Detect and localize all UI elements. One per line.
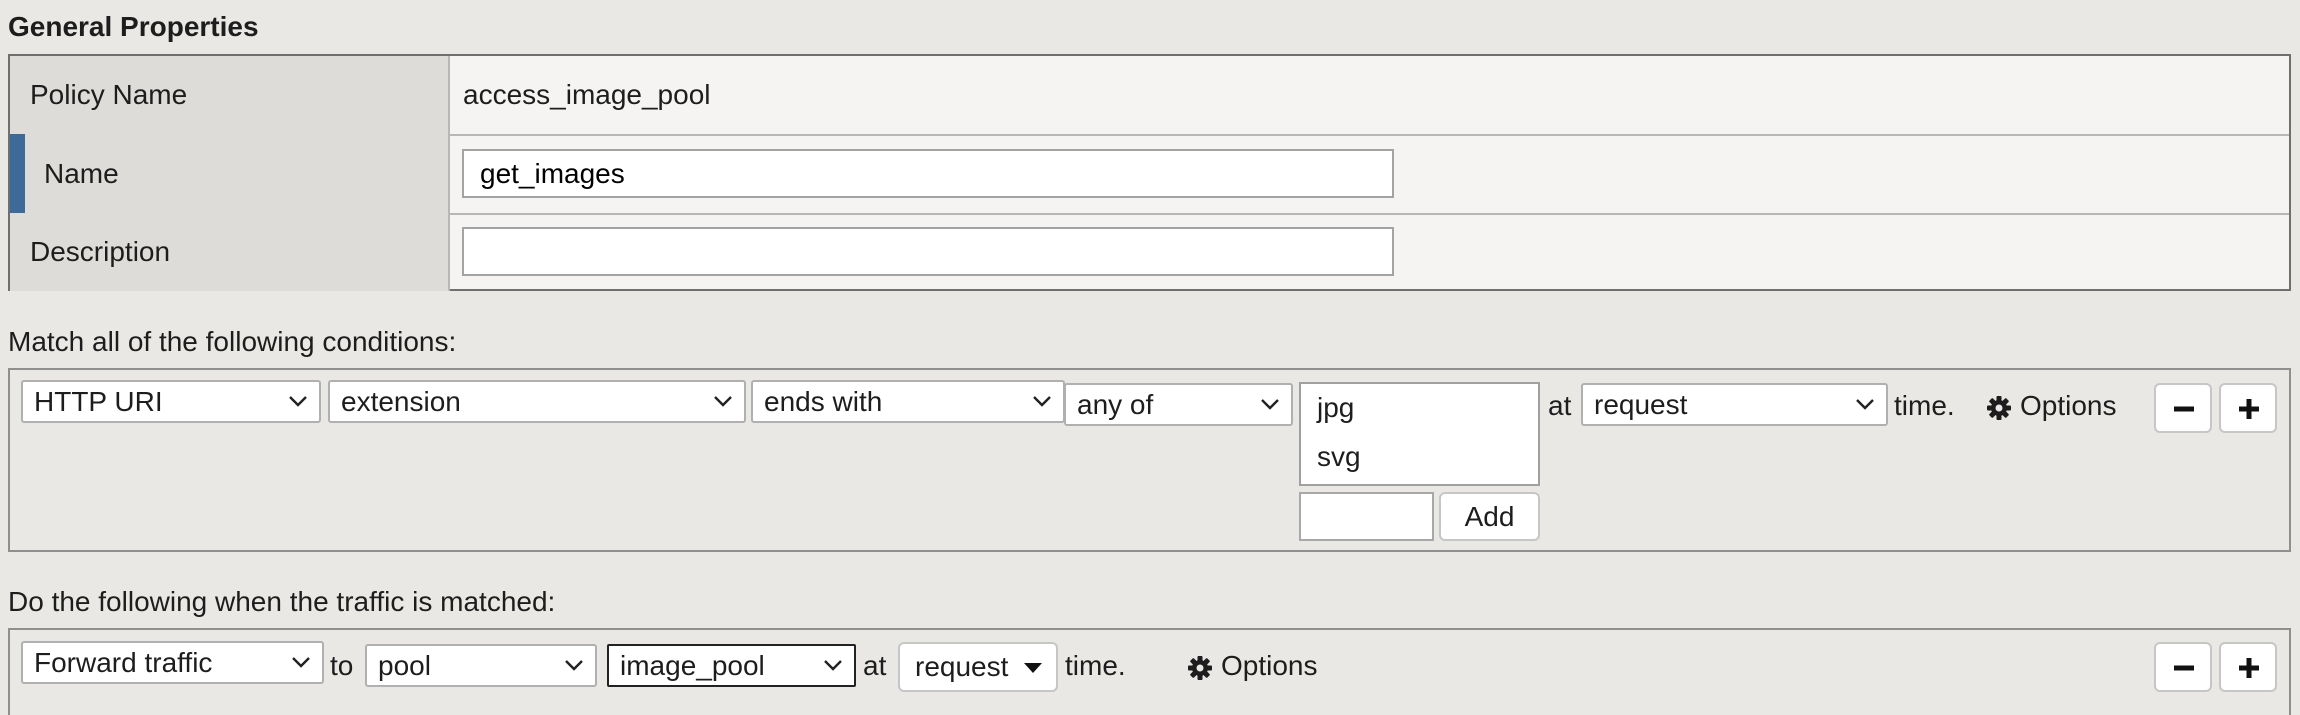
- chevron-down-icon: [565, 660, 583, 671]
- chevron-down-icon: [292, 657, 310, 668]
- condition-values-list[interactable]: jpg svg: [1299, 382, 1540, 486]
- time-label: time.: [1894, 390, 1955, 421]
- chevron-down-icon: [824, 660, 842, 671]
- chevron-down-icon: [289, 396, 307, 407]
- caret-down-icon: [1024, 663, 1042, 673]
- condition-quantifier-select[interactable]: any of: [1064, 383, 1293, 426]
- list-item[interactable]: svg: [1317, 441, 1361, 473]
- name-input[interactable]: [462, 149, 1394, 198]
- action-type-select[interactable]: Forward traffic: [21, 641, 324, 684]
- at-label: at: [863, 650, 887, 681]
- chevron-down-icon: [1033, 396, 1051, 407]
- policy-name-label: Policy Name: [30, 79, 188, 110]
- policy-name-value: access_image_pool: [463, 79, 711, 110]
- description-label: Description: [30, 236, 171, 267]
- time-label: time.: [1065, 650, 1126, 681]
- at-label: at: [1548, 390, 1572, 421]
- target-type-select[interactable]: pool: [365, 644, 597, 687]
- policy-name-row: Policy Name access_image_pool: [10, 56, 2289, 136]
- general-properties-table: Policy Name access_image_pool Name Descr…: [8, 54, 2291, 291]
- action-rule: Forward traffic to pool image_pool at re…: [8, 628, 2291, 715]
- remove-condition-button[interactable]: [2154, 383, 2212, 433]
- chevron-down-icon: [1261, 399, 1279, 410]
- condition-selector-select[interactable]: extension: [328, 380, 746, 423]
- conditions-heading: Match all of the following conditions:: [8, 326, 457, 357]
- target-pool-select[interactable]: image_pool: [607, 644, 856, 687]
- minus-icon: [2174, 665, 2194, 671]
- gear-icon: [1987, 396, 2011, 420]
- required-indicator: [10, 134, 25, 213]
- condition-event-select[interactable]: request: [1581, 383, 1888, 426]
- condition-operator-select[interactable]: ends with: [751, 380, 1065, 423]
- gear-icon: [1188, 656, 1212, 680]
- action-event-dropdown[interactable]: request: [898, 642, 1058, 692]
- description-row: Description: [10, 213, 2289, 291]
- condition-operand-select[interactable]: HTTP URI: [21, 380, 321, 423]
- name-label: Name: [44, 157, 119, 189]
- add-condition-button[interactable]: [2219, 383, 2277, 433]
- list-item[interactable]: jpg: [1317, 392, 1354, 424]
- plus-icon: [2239, 399, 2259, 419]
- chevron-down-icon: [1856, 399, 1874, 410]
- actions-heading: Do the following when the traffic is mat…: [8, 586, 556, 617]
- add-value-button[interactable]: Add: [1439, 492, 1540, 541]
- general-properties-heading: General Properties: [8, 11, 259, 42]
- to-label: to: [330, 650, 354, 681]
- plus-icon: [2239, 658, 2259, 678]
- description-input[interactable]: [462, 227, 1394, 276]
- condition-rule: HTTP URI extension ends with any of jpg …: [8, 368, 2291, 552]
- remove-action-button[interactable]: [2154, 642, 2212, 692]
- chevron-down-icon: [714, 396, 732, 407]
- minus-icon: [2174, 406, 2194, 412]
- new-value-input[interactable]: [1299, 492, 1434, 541]
- add-action-button[interactable]: [2219, 642, 2277, 692]
- name-row: Name: [10, 134, 2289, 215]
